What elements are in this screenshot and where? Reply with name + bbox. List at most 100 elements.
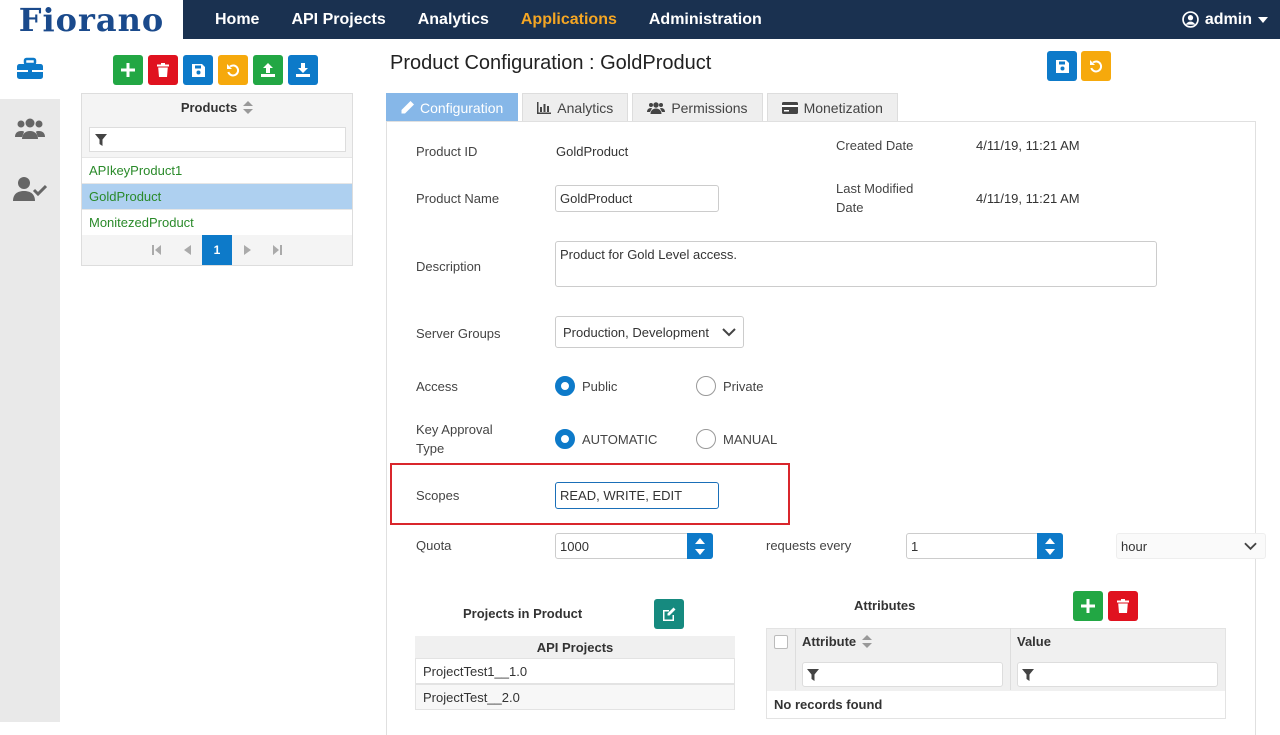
next-page-button[interactable] bbox=[232, 235, 262, 265]
access-public-radio[interactable] bbox=[555, 376, 575, 396]
project-row[interactable]: ProjectTest1__1.0 bbox=[415, 658, 735, 684]
import-product-button[interactable] bbox=[288, 55, 318, 85]
delete-attribute-button[interactable] bbox=[1108, 591, 1138, 621]
add-product-button[interactable] bbox=[113, 55, 143, 85]
attribute-header: Attribute bbox=[802, 634, 873, 649]
tab-configuration-label: Configuration bbox=[420, 99, 504, 116]
product-row-goldproduct[interactable]: GoldProduct bbox=[82, 183, 352, 209]
created-date-label: Created Date bbox=[836, 138, 914, 153]
products-header-label: Products bbox=[180, 100, 238, 115]
tab-monetization[interactable]: Monetization bbox=[766, 93, 898, 121]
interval-unit-value: hour bbox=[1121, 538, 1148, 554]
sidebar-item-products[interactable] bbox=[0, 39, 60, 99]
user-menu[interactable]: admin bbox=[1182, 0, 1268, 39]
key-approval-automatic-radio[interactable] bbox=[555, 429, 575, 449]
key-approval-automatic-label: AUTOMATIC bbox=[582, 432, 658, 447]
top-navbar: Fiorano Home API Projects Analytics Appl… bbox=[0, 0, 1280, 39]
tab-monetization-label: Monetization bbox=[803, 99, 883, 116]
api-projects-column-header[interactable]: API Projects bbox=[415, 636, 735, 658]
attribute-filter-input[interactable] bbox=[802, 662, 1003, 687]
attributes-title: Attributes bbox=[854, 598, 916, 613]
product-row-monitezedproduct[interactable]: MonitezedProduct bbox=[82, 209, 352, 235]
plus-icon bbox=[121, 63, 135, 77]
filter-icon bbox=[807, 668, 819, 681]
quota-spinner[interactable] bbox=[687, 533, 713, 559]
project-row[interactable]: ProjectTest__2.0 bbox=[415, 684, 735, 710]
filter-icon bbox=[95, 134, 107, 146]
products-header[interactable]: Products bbox=[82, 94, 352, 121]
nav-analytics[interactable]: Analytics bbox=[418, 11, 489, 29]
spin-up-icon bbox=[1045, 537, 1055, 544]
users-icon bbox=[15, 118, 45, 139]
spin-up-icon bbox=[695, 537, 705, 544]
reset-config-button[interactable] bbox=[1081, 51, 1111, 81]
interval-spinner[interactable] bbox=[1037, 533, 1063, 559]
reset-product-button[interactable] bbox=[218, 55, 248, 85]
nav-applications[interactable]: Applications bbox=[521, 11, 617, 29]
spin-down-icon bbox=[695, 548, 705, 555]
access-private-radio[interactable] bbox=[696, 376, 716, 396]
first-page-button[interactable] bbox=[142, 235, 172, 265]
prev-page-icon bbox=[183, 245, 191, 255]
product-name-input[interactable]: GoldProduct bbox=[555, 185, 719, 212]
product-row-apikeyproduct1[interactable]: APIkeyProduct1 bbox=[82, 157, 352, 183]
sidebar-item-groups[interactable] bbox=[0, 99, 60, 159]
tab-permissions-label: Permissions bbox=[671, 99, 748, 116]
fiorano-logo[interactable]: Fiorano bbox=[0, 0, 183, 39]
download-icon bbox=[296, 63, 310, 77]
description-textarea[interactable]: Product for Gold Level access. bbox=[555, 241, 1157, 287]
chevron-down-icon bbox=[722, 328, 736, 337]
key-approval-label: Key Approval bbox=[416, 422, 493, 437]
value-header-label: Value bbox=[1017, 634, 1051, 649]
tab-analytics-label: Analytics bbox=[557, 99, 614, 116]
bar-chart-icon bbox=[537, 101, 552, 114]
save-product-button[interactable] bbox=[183, 55, 213, 85]
export-product-button[interactable] bbox=[253, 55, 283, 85]
value-filter-input[interactable] bbox=[1017, 662, 1218, 687]
add-attribute-button[interactable] bbox=[1073, 591, 1103, 621]
tab-configuration[interactable]: Configuration bbox=[386, 93, 519, 121]
scopes-input[interactable]: READ, WRITE, EDIT bbox=[555, 482, 719, 509]
sort-icon bbox=[862, 635, 873, 648]
save-icon bbox=[1055, 59, 1069, 73]
key-approval-manual-radio[interactable] bbox=[696, 429, 716, 449]
edit-projects-button[interactable] bbox=[654, 599, 684, 629]
last-modified-label: Last Modified bbox=[836, 181, 914, 196]
page-title: Product Configuration : GoldProduct bbox=[390, 52, 712, 74]
access-label: Access bbox=[416, 379, 458, 394]
prev-page-button[interactable] bbox=[172, 235, 202, 265]
undo-icon bbox=[227, 64, 240, 77]
quota-label: Quota bbox=[416, 538, 452, 553]
tab-permissions[interactable]: Permissions bbox=[632, 93, 763, 121]
page-1-button[interactable]: 1 bbox=[202, 235, 232, 265]
sidebar-item-developers[interactable] bbox=[0, 159, 60, 219]
scopes-label: Scopes bbox=[416, 488, 460, 503]
interval-unit-select[interactable]: hour bbox=[1116, 533, 1266, 559]
plus-icon bbox=[1081, 599, 1095, 613]
filter-icon bbox=[1022, 668, 1034, 681]
select-all-checkbox[interactable] bbox=[774, 635, 788, 649]
delete-product-button[interactable] bbox=[148, 55, 178, 85]
product-name-label: Product Name bbox=[416, 191, 500, 206]
products-filter-input[interactable] bbox=[89, 127, 346, 152]
pencil-icon bbox=[401, 101, 414, 114]
save-config-button[interactable] bbox=[1047, 51, 1077, 81]
upload-icon bbox=[261, 63, 275, 77]
user-circle-icon bbox=[1182, 11, 1199, 28]
tab-analytics[interactable]: Analytics bbox=[522, 93, 629, 121]
last-modified-label-2: Date bbox=[836, 200, 864, 215]
nav-api-projects[interactable]: API Projects bbox=[291, 11, 385, 29]
created-date-value: 4/11/19, 11:21 AM bbox=[976, 138, 1080, 153]
key-approval-manual-label: MANUAL bbox=[723, 432, 778, 447]
server-groups-select[interactable]: Production, Development bbox=[555, 316, 744, 348]
last-page-button[interactable] bbox=[262, 235, 292, 265]
key-approval-label-2: Type bbox=[416, 441, 445, 456]
attribute-header-label: Attribute bbox=[802, 634, 857, 649]
sort-icon bbox=[243, 101, 254, 114]
users-icon bbox=[647, 101, 666, 114]
server-groups-value: Production, Development bbox=[563, 324, 709, 340]
next-page-icon bbox=[243, 245, 251, 255]
nav-home[interactable]: Home bbox=[215, 11, 259, 29]
products-pagination: 1 bbox=[82, 234, 352, 266]
nav-administration[interactable]: Administration bbox=[649, 11, 762, 29]
